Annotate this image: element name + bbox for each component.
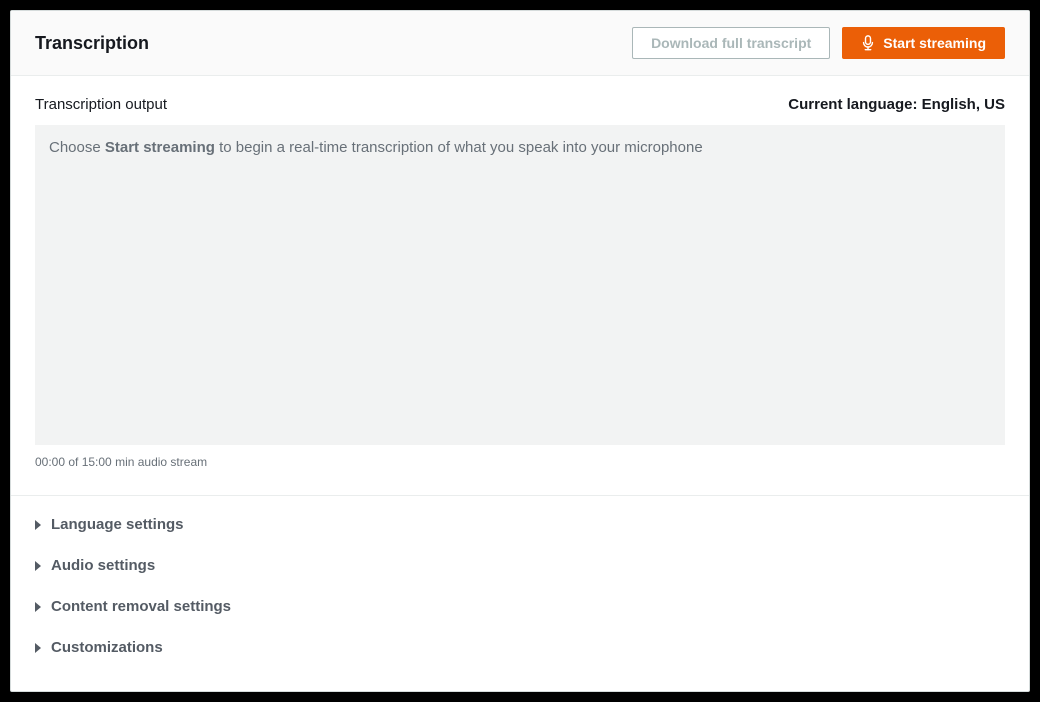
chevron-right-icon xyxy=(35,602,41,612)
output-heading: Transcription output xyxy=(35,96,167,113)
placeholder-bold: Start streaming xyxy=(105,139,215,156)
placeholder-prefix: Choose xyxy=(49,139,105,156)
page-title: Transcription xyxy=(35,33,149,54)
section-audio-settings[interactable]: Audio settings xyxy=(35,545,1005,586)
section-customizations[interactable]: Customizations xyxy=(35,627,1005,668)
section-language-settings[interactable]: Language settings xyxy=(35,504,1005,545)
chevron-right-icon xyxy=(35,643,41,653)
output-header: Transcription output Current language: E… xyxy=(35,96,1005,113)
audio-timer: 00:00 of 15:00 min audio stream xyxy=(35,455,1005,469)
download-transcript-button[interactable]: Download full transcript xyxy=(632,27,830,59)
current-language-value: English, US xyxy=(922,96,1005,113)
start-streaming-button[interactable]: Start streaming xyxy=(842,27,1005,59)
settings-sections: Language settings Audio settings Content… xyxy=(11,496,1029,692)
output-panel: Transcription output Current language: E… xyxy=(11,76,1029,477)
start-streaming-label: Start streaming xyxy=(883,35,986,51)
current-language: Current language: English, US xyxy=(788,96,1005,113)
section-label: Customizations xyxy=(51,639,163,656)
transcription-output-box: Choose Start streaming to begin a real-t… xyxy=(35,125,1005,445)
section-content-removal-settings[interactable]: Content removal settings xyxy=(35,586,1005,627)
header-actions: Download full transcript Start streaming xyxy=(632,27,1005,59)
chevron-right-icon xyxy=(35,520,41,530)
transcription-panel: Transcription Download full transcript S… xyxy=(10,10,1030,692)
download-transcript-label: Download full transcript xyxy=(651,35,811,51)
section-label: Audio settings xyxy=(51,557,155,574)
current-language-label: Current language: xyxy=(788,96,917,113)
output-placeholder: Choose Start streaming to begin a real-t… xyxy=(49,139,991,156)
microphone-icon xyxy=(861,35,875,51)
placeholder-suffix: to begin a real-time transcription of wh… xyxy=(215,139,703,156)
panel-header: Transcription Download full transcript S… xyxy=(11,11,1029,76)
section-label: Content removal settings xyxy=(51,598,231,615)
section-label: Language settings xyxy=(51,516,184,533)
chevron-right-icon xyxy=(35,561,41,571)
